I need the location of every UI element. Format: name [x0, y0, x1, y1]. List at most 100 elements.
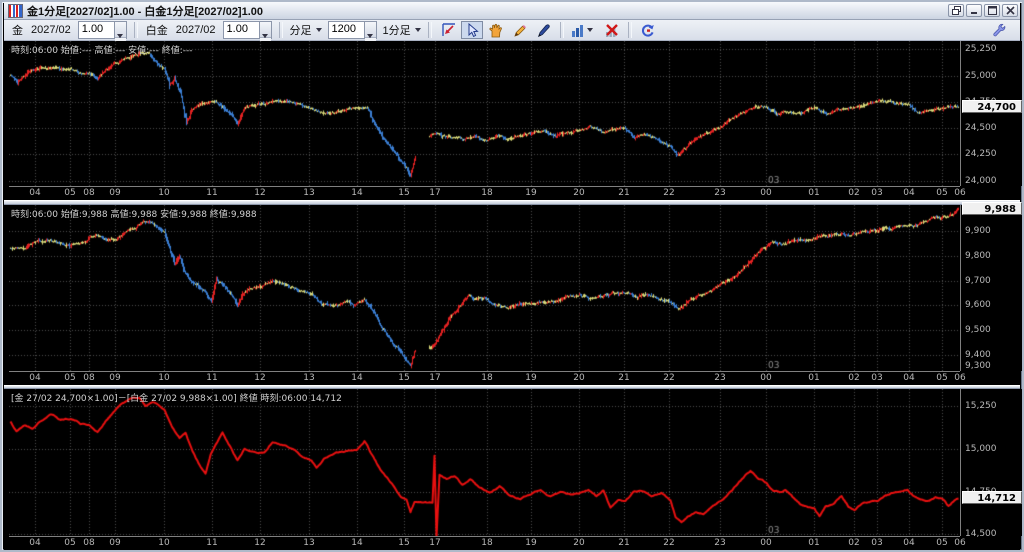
y-axis-label: 24,500 [965, 123, 997, 133]
toolbar-separator [560, 22, 564, 38]
x-axis-label: 15 [398, 538, 409, 548]
x-axis-label: 20 [573, 188, 584, 198]
x-axis-label: 18 [481, 188, 492, 198]
bar-count-spinbox[interactable]: 1200 [328, 21, 377, 39]
x-axis-label: 08 [83, 188, 94, 198]
gold-ohlc-info: 時刻:06:00 始値:--- 高値:--- 安値:--- 終値:--- [11, 43, 193, 56]
settings-wrench-button[interactable] [988, 21, 1010, 39]
x-axis-label: 22 [663, 373, 674, 383]
spread-line-plot[interactable] [9, 389, 960, 536]
x-axis-label: 04 [29, 373, 40, 383]
x-axis-label: 23 [714, 538, 725, 548]
close-icon [1006, 6, 1015, 15]
x-axis-label: 06 [954, 538, 965, 548]
y-axis-label: 9,900 [965, 226, 991, 236]
x-axis-label: 17 [429, 538, 440, 548]
fit-chart-button[interactable] [437, 21, 459, 39]
x-axis-label: 05 [936, 538, 947, 548]
y-axis-label: 9,500 [965, 325, 991, 335]
y-axis-label: 25,000 [965, 71, 997, 81]
x-axis-label: 04 [903, 188, 914, 198]
bar-type-dropdown[interactable]: 分足 [290, 22, 322, 38]
x-axis-label: 05 [936, 373, 947, 383]
maximize-icon [988, 6, 997, 15]
x-axis-label: 04 [903, 538, 914, 548]
x-axis-label: 00 [760, 373, 771, 383]
x-axis-label: 02 [848, 538, 859, 548]
minimize-icon [970, 6, 979, 15]
y-axis-label: 15,250 [965, 401, 997, 411]
hand-pan-button[interactable] [485, 21, 507, 39]
gold-time-axis: 0405080910111213141517181920212223000102… [9, 186, 960, 201]
gold-current-price: 24,700 [962, 100, 1022, 113]
x-axis-label: 03 [871, 373, 882, 383]
bar-count-value[interactable]: 1200 [329, 22, 364, 38]
x-axis-label: 00 [760, 188, 771, 198]
pen-draw-icon [536, 23, 551, 38]
x-axis-label: 17 [429, 373, 440, 383]
x-axis-label: 18 [481, 538, 492, 548]
x-axis-label: 17 [429, 188, 440, 198]
x-axis-label: 15 [398, 373, 409, 383]
x-axis-label: 23 [714, 373, 725, 383]
minimize-button[interactable] [966, 4, 982, 17]
toolbar-separator [428, 22, 432, 38]
title-bar[interactable]: 金1分足[2027/02]1.00 - 白金1分足[2027/02]1.00 [4, 2, 1020, 20]
x-axis-label: 03 [871, 188, 882, 198]
x-axis-label: 14 [351, 373, 362, 383]
x-axis-label: 14 [351, 188, 362, 198]
select-cursor-button[interactable] [461, 21, 483, 39]
platinum-price-axis: 9,988 9,9009,8009,7009,6009,5009,4009,30… [960, 205, 1023, 371]
x-axis-label: 01 [808, 538, 819, 548]
toolbar-separator [628, 22, 632, 38]
x-axis-label: 12 [254, 188, 265, 198]
y-axis-label: 9,700 [965, 276, 991, 286]
x-axis-label: 08 [83, 538, 94, 548]
x-axis-label: 12 [254, 538, 265, 548]
x-axis-label: 14 [351, 538, 362, 548]
platinum-ratio-value[interactable]: 1.00 [224, 22, 259, 38]
close-button[interactable] [1002, 4, 1018, 17]
x-axis-label: 08 [83, 373, 94, 383]
x-axis-label: 19 [525, 373, 536, 383]
chart-window: 金1分足[2027/02]1.00 - 白金1分足[2027/02]1.00 金… [0, 0, 1024, 552]
delete-drawings-button[interactable] [601, 21, 623, 39]
toolbar-separator [134, 22, 138, 38]
x-axis-label: 15 [398, 188, 409, 198]
platinum-ratio-spinbox[interactable]: 1.00 [223, 21, 272, 39]
x-axis-label: 05 [64, 188, 75, 198]
x-axis-label: 19 [525, 538, 536, 548]
bar-style-dropdown-button[interactable] [569, 21, 599, 39]
gold-ratio-value[interactable]: 1.00 [79, 22, 114, 38]
spread-info: [金 27/02 24,700×1.00]－[白金 27/02 9,988×1.… [11, 391, 342, 404]
x-axis-label: 01 [808, 188, 819, 198]
x-axis-label: 11 [206, 373, 217, 383]
platinum-label: 白金 [146, 22, 168, 38]
pencil-draw-icon [512, 23, 527, 38]
platinum-candlestick-plot[interactable] [9, 205, 960, 371]
x-axis-label: 20 [573, 373, 584, 383]
maximize-button[interactable] [984, 4, 1000, 17]
pen-draw-button[interactable] [533, 21, 555, 39]
pencil-draw-button[interactable] [509, 21, 531, 39]
y-axis-label: 9,300 [965, 361, 991, 371]
interval-dropdown[interactable]: 1分足 [383, 22, 421, 38]
float-window-button[interactable] [948, 4, 964, 17]
float-icon [952, 6, 961, 15]
spread-current-price: 14,712 [962, 491, 1022, 504]
gold-candlestick-plot[interactable] [9, 41, 960, 186]
toolbar-separator [279, 22, 283, 38]
y-axis-label: 25,250 [965, 44, 997, 54]
x-axis-label: 19 [525, 188, 536, 198]
y-axis-label: 9,400 [965, 350, 991, 360]
platinum-ohlc-info: 時刻:06:00 始値:9,988 高値:9,988 安値:9,988 終値:9… [11, 207, 257, 220]
fit-chart-icon [440, 23, 456, 38]
candlestick-chart-icon [8, 4, 23, 18]
x-axis-label: 02 [848, 188, 859, 198]
x-axis-label: 21 [618, 188, 629, 198]
gold-ratio-spinbox[interactable]: 1.00 [78, 21, 127, 39]
x-axis-label: 09 [109, 373, 120, 383]
x-axis-label: 22 [663, 538, 674, 548]
x-axis-label: 03 [871, 538, 882, 548]
refresh-button[interactable] [637, 21, 659, 39]
